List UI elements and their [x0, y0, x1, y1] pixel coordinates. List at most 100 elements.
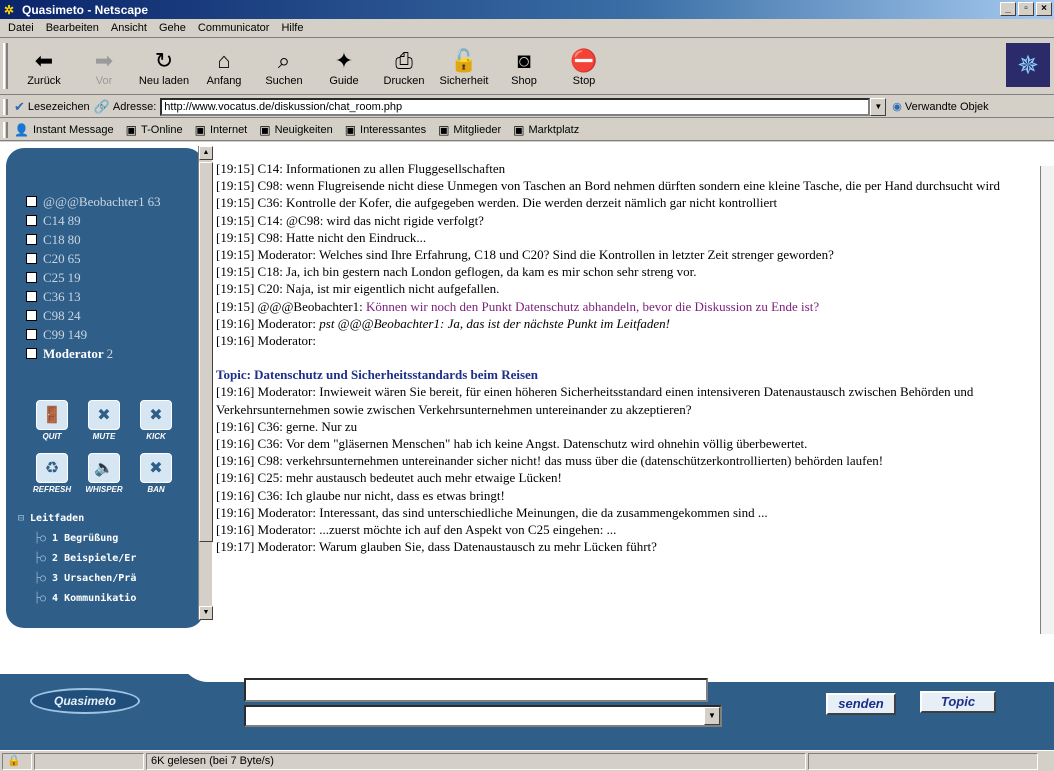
user-item[interactable]: C18 80 — [26, 230, 204, 249]
tree-root-label: Leitfaden — [30, 512, 85, 524]
home-label: Anfang — [206, 75, 242, 87]
ban-icon: ✖ — [140, 453, 172, 483]
tree-item[interactable]: ├○ 1 Begrüßung — [18, 528, 204, 548]
minimize-button[interactable]: _ — [1000, 2, 1016, 16]
user-checkbox[interactable] — [26, 253, 37, 264]
location-grip[interactable] — [3, 99, 8, 115]
user-checkbox[interactable] — [26, 291, 37, 302]
url-dropdown-button[interactable]: ▼ — [870, 97, 887, 116]
forward-button[interactable]: ➡ Vor — [74, 39, 134, 91]
menu-datei[interactable]: Datei — [2, 22, 40, 34]
message-input[interactable] — [244, 678, 708, 702]
url-input[interactable]: http://www.vocatus.de/diskussion/chat_ro… — [160, 97, 871, 116]
security-button[interactable]: 🔓 Sicherheit — [434, 39, 494, 91]
netscape-app-icon: ✲ — [4, 2, 15, 17]
internet-link[interactable]: ▣ Internet — [195, 123, 248, 137]
menu-hilfe[interactable]: Hilfe — [275, 22, 309, 34]
page-proxy-icon[interactable]: 🔗 — [94, 99, 110, 115]
user-item[interactable]: C25 19 — [26, 268, 204, 287]
security-status-icon[interactable]: 🔒 — [2, 752, 32, 770]
netscape-logo-icon[interactable]: ✵ — [1006, 43, 1050, 87]
toolbar-grip[interactable] — [3, 43, 8, 89]
interessantes-label: Interessantes — [360, 123, 427, 136]
back-button[interactable]: ⬅ Zurück — [14, 39, 74, 91]
tree-item[interactable]: ├○ 2 Beispiele/Er — [18, 548, 204, 568]
bookmark-folder-icon: ▣ — [344, 122, 357, 137]
select-dropdown-button[interactable]: ▼ — [704, 707, 720, 725]
shop-button[interactable]: ◙ Shop — [494, 39, 554, 91]
interessantes-link[interactable]: ▣ Interessantes — [345, 123, 426, 137]
menu-communicator[interactable]: Communicator — [192, 22, 276, 34]
topic-button[interactable]: Topic — [920, 691, 996, 713]
neuigkeiten-link[interactable]: ▣ Neuigkeiten — [259, 123, 332, 137]
status-text: 6K gelesen (bei 7 Byte/s) — [146, 752, 806, 770]
mute-icon: ✖ — [88, 400, 120, 430]
recipient-select[interactable]: ▼ — [244, 705, 722, 727]
user-checkbox[interactable] — [26, 234, 37, 245]
related-label: Verwandte Objek — [904, 100, 989, 113]
collapse-icon[interactable]: ⊟ — [18, 513, 24, 524]
tree-item[interactable]: ├○ 3 Ursachen/Prä — [18, 568, 204, 588]
user-item[interactable]: C14 89 — [26, 211, 204, 230]
chat-message: [19:16] Moderator: pst @@@Beobachter1: J… — [216, 315, 1038, 332]
maximize-button[interactable]: ▫ — [1018, 2, 1034, 16]
window-title: Quasimeto - Netscape — [22, 2, 149, 17]
user-checkbox[interactable] — [26, 329, 37, 340]
chat-scrollbar[interactable] — [1040, 166, 1054, 634]
t-online-link[interactable]: ▣ T-Online — [126, 123, 183, 137]
chat-message: [19:15] C14: @C98: wird das nicht rigide… — [216, 212, 484, 228]
user-item[interactable]: C20 65 — [26, 249, 204, 268]
kick-button[interactable]: ✖ KICK — [132, 400, 180, 441]
related-objects-button[interactable]: ◉ Verwandte Objek — [892, 100, 989, 114]
mitglieder-link[interactable]: ▣ Mitglieder — [438, 123, 501, 137]
scroll-up-button[interactable]: ▲ — [199, 146, 213, 160]
search-button[interactable]: ⌕ Suchen — [254, 39, 314, 91]
guide-button[interactable]: ✦ Guide — [314, 39, 374, 91]
user-panel-scrollbar[interactable]: ▲ ▼ — [198, 146, 213, 620]
chat-message: [19:16] Moderator: — [216, 333, 317, 349]
reload-button[interactable]: ↻ Neu laden — [134, 39, 194, 91]
close-button[interactable]: × — [1036, 2, 1052, 16]
user-item[interactable]: @@@Beobachter1 63 — [26, 192, 204, 211]
menu-bearbeiten[interactable]: Bearbeiten — [40, 22, 105, 34]
send-button[interactable]: senden — [826, 693, 896, 715]
menu-gehe[interactable]: Gehe — [153, 22, 192, 34]
tree-root[interactable]: ⊟ Leitfaden — [18, 508, 204, 528]
bookmark-folder-icon: ▣ — [513, 122, 525, 137]
bookmark-folder-icon: ▣ — [125, 122, 138, 137]
chat-message: [19:15] C14: Informationen zu allen Flug… — [216, 161, 506, 176]
stop-button[interactable]: ⛔ Stop — [554, 39, 614, 91]
chat-message: [19:15] C36: Kontrolle der Kofer, die au… — [216, 195, 778, 211]
print-button[interactable]: ⎙ Drucken — [374, 39, 434, 91]
node-icon: ├○ — [34, 532, 47, 544]
user-item[interactable]: Moderator 2 — [26, 344, 204, 363]
ban-button[interactable]: ✖ BAN — [132, 453, 180, 494]
scroll-down-button[interactable]: ▼ — [199, 606, 213, 620]
menu-ansicht[interactable]: Ansicht — [105, 22, 153, 34]
chat-message: [19:16] C25: mehr austausch bedeutet auc… — [216, 470, 562, 486]
user-checkbox[interactable] — [26, 215, 37, 226]
user-checkbox[interactable] — [26, 310, 37, 321]
user-item[interactable]: C99 149 — [26, 325, 204, 344]
mute-button[interactable]: ✖ MUTE — [80, 400, 128, 441]
personal-grip[interactable] — [3, 122, 8, 138]
user-item[interactable]: C36 13 — [26, 287, 204, 306]
user-checkbox[interactable] — [26, 348, 37, 359]
user-checkbox[interactable] — [26, 196, 37, 207]
tree-item-label: 3 Ursachen/Prä — [52, 572, 137, 584]
user-checkbox[interactable] — [26, 272, 37, 283]
chat-message-text: pst @@@Beobachter1: Ja, das ist der näch… — [319, 315, 670, 331]
home-button[interactable]: ⌂ Anfang — [194, 39, 254, 91]
instant-message-link[interactable]: 👤 Instant Message — [14, 123, 114, 137]
user-name: @@@Beobachter1 — [43, 193, 145, 209]
whisper-button[interactable]: 🔈 WHISPER — [80, 453, 128, 494]
reload-icon: ↻ — [154, 48, 174, 73]
moderation-actions: 🚪 QUIT ✖ MUTE ✖ KICK ♻ REFRESH 🔈 WHISPER ✖ BAN — [28, 400, 178, 494]
quit-button[interactable]: 🚪 QUIT — [28, 400, 76, 441]
user-item[interactable]: C98 24 — [26, 306, 204, 325]
marktplatz-link[interactable]: ▣ Marktplatz — [513, 123, 579, 137]
bookmarks-button[interactable]: ✔ Lesezeichen — [14, 99, 90, 115]
refresh-button[interactable]: ♻ REFRESH — [28, 453, 76, 494]
scroll-thumb[interactable] — [199, 162, 213, 542]
tree-item[interactable]: ├○ 4 Kommunikatio — [18, 588, 204, 608]
